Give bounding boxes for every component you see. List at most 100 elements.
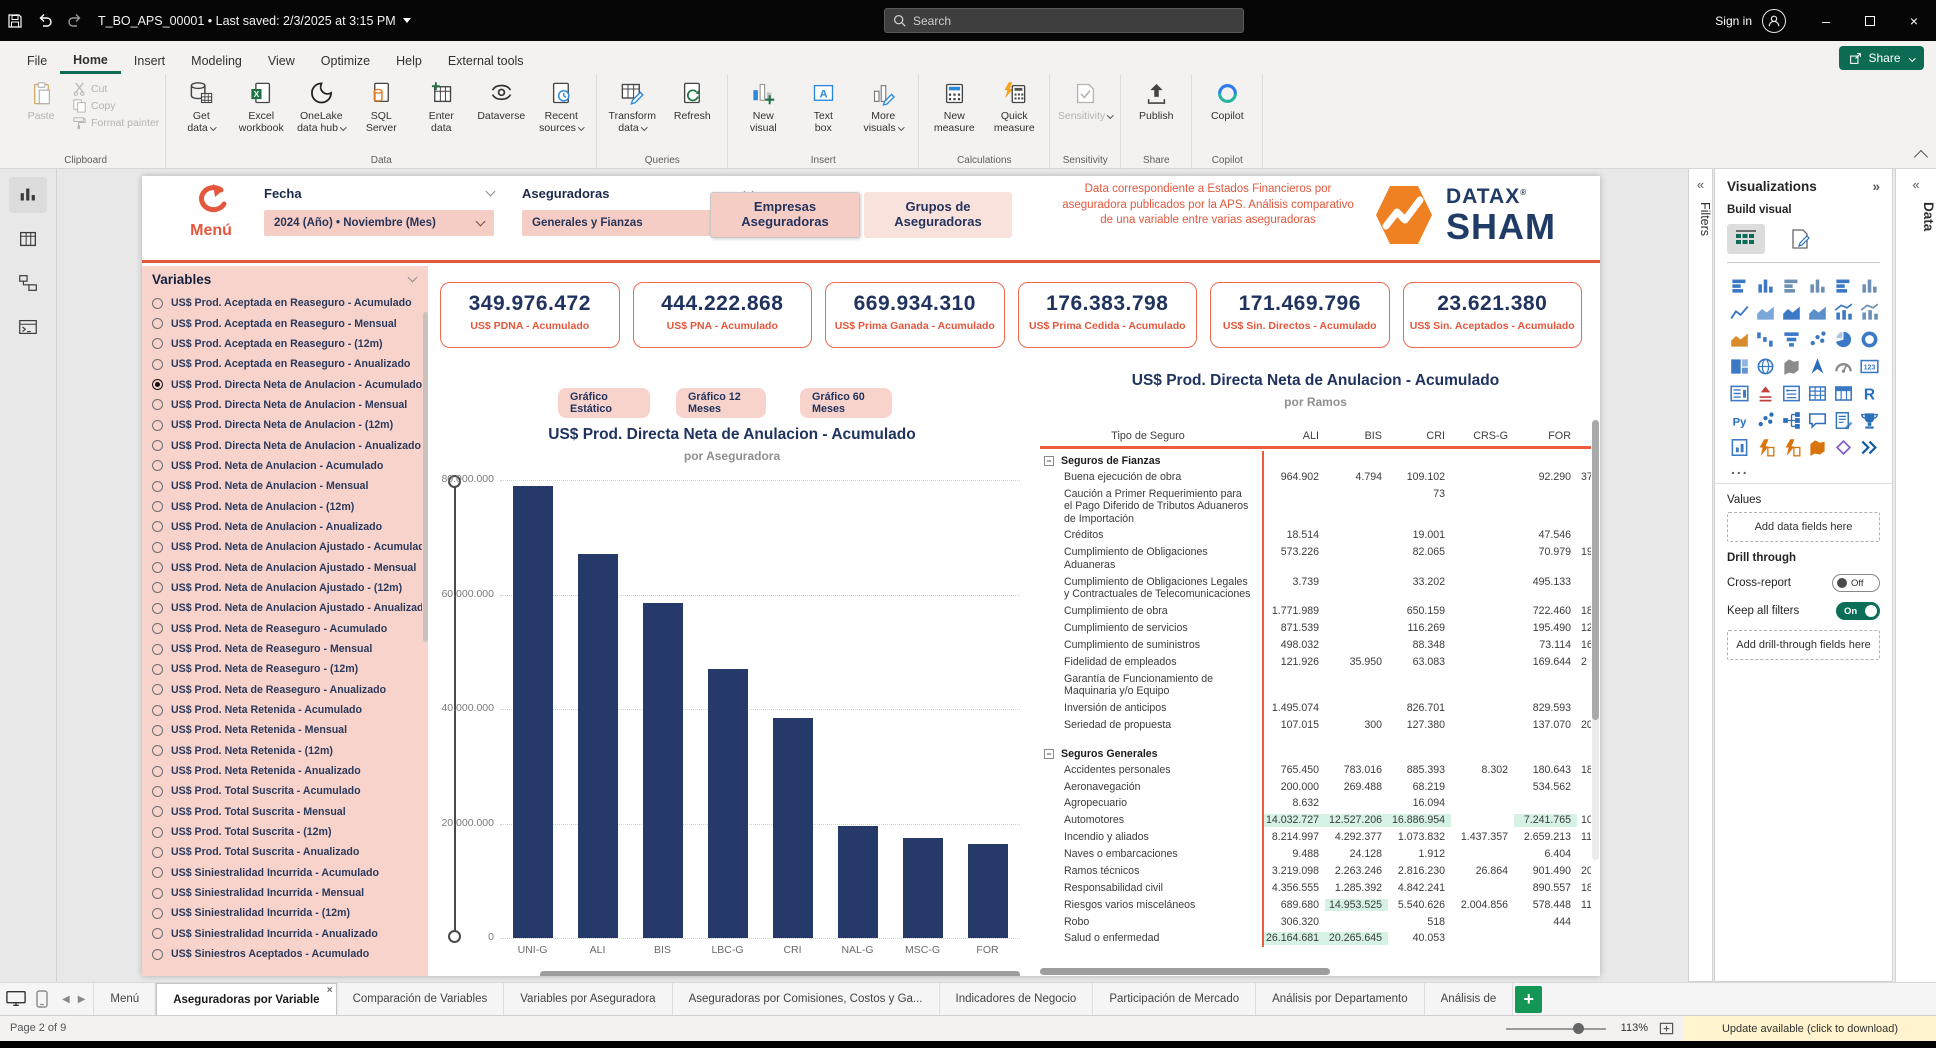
fecha-dropdown[interactable]: 2024 (Año) • Noviembre (Mes) bbox=[264, 210, 494, 236]
collapse-icon[interactable]: − bbox=[1044, 456, 1054, 466]
table-row[interactable]: Incendio y aliados8.214.9974.292.3771.07… bbox=[1040, 829, 1591, 846]
smart-narrative-icon[interactable] bbox=[1831, 408, 1855, 432]
enter-data-button[interactable]: Enter data bbox=[412, 76, 470, 134]
refresh-button[interactable]: Refresh bbox=[663, 76, 721, 122]
text-box-button[interactable]: AText box bbox=[794, 76, 852, 134]
onelake-data-hub-button[interactable]: OneLake data hub bbox=[292, 76, 350, 134]
dax-query-view-icon[interactable] bbox=[9, 309, 47, 345]
ribbon-tab-file[interactable]: File bbox=[14, 48, 60, 74]
collapse-ribbon-icon[interactable] bbox=[1914, 150, 1928, 164]
table-group-row[interactable]: −Seguros Generales bbox=[1040, 744, 1591, 762]
table-row[interactable]: Accidentes personales765.450783.016885.3… bbox=[1040, 762, 1591, 779]
table-row[interactable]: Buena ejecución de obra964.9024.794109.1… bbox=[1040, 469, 1591, 486]
grupos-aseguradoras-button[interactable]: Grupos de Aseguradoras bbox=[864, 192, 1012, 238]
table-row[interactable]: Fidelidad de empleados121.92635.95063.08… bbox=[1040, 654, 1591, 671]
metrics-icon[interactable] bbox=[1857, 408, 1881, 432]
bar[interactable] bbox=[643, 603, 683, 938]
page-tab[interactable]: Variables por Aseguradora bbox=[504, 983, 672, 1015]
share-button[interactable]: Share bbox=[1839, 46, 1924, 70]
table-icon[interactable] bbox=[1805, 381, 1829, 405]
variable-radio-option[interactable]: US$ Prod. Neta Retenida - Anualizado bbox=[152, 761, 422, 781]
cut-button[interactable]: Cut bbox=[72, 81, 159, 96]
table-row[interactable]: Seriedad de propuesta107.015300127.38013… bbox=[1040, 717, 1591, 734]
ribbon-tab-insert[interactable]: Insert bbox=[121, 48, 178, 74]
variable-radio-option[interactable]: US$ Prod. Directa Neta de Anulacion - An… bbox=[152, 435, 422, 455]
table-row[interactable]: Salud o enfermedad26.164.68120.265.64540… bbox=[1040, 930, 1591, 947]
variable-radio-option[interactable]: US$ Prod. Neta Retenida - Mensual bbox=[152, 720, 422, 740]
table-vertical-scrollbar[interactable] bbox=[1592, 420, 1599, 720]
table-row[interactable]: Caución a Primer Requerimiento para el P… bbox=[1040, 485, 1591, 527]
excel-workbook-button[interactable]: XExcel workbook bbox=[232, 76, 290, 134]
variable-radio-option[interactable]: US$ Siniestralidad Incurrida - Mensual bbox=[152, 883, 422, 903]
table-row[interactable]: Cumplimiento de servicios871.539116.2691… bbox=[1040, 620, 1591, 637]
table-row[interactable]: Robo306.320518444 bbox=[1040, 913, 1591, 930]
bar[interactable] bbox=[838, 826, 878, 938]
ribbon-tab-home[interactable]: Home bbox=[60, 47, 121, 74]
ribbon-tab-view[interactable]: View bbox=[255, 48, 308, 74]
variable-radio-option[interactable]: US$ Prod. Neta de Anulacion Ajustado - M… bbox=[152, 557, 422, 577]
variable-radio-option[interactable]: US$ Prod. Neta de Reaseguro - Acumulado bbox=[152, 619, 422, 639]
100-stacked-area-chart-icon[interactable] bbox=[1805, 300, 1829, 324]
keep-all-filters-toggle[interactable]: On bbox=[1836, 602, 1880, 620]
treemap-icon[interactable] bbox=[1727, 354, 1751, 378]
table-view-icon[interactable] bbox=[9, 221, 47, 257]
new-page-button[interactable]: + bbox=[1515, 986, 1542, 1013]
area-chart-icon[interactable] bbox=[1753, 300, 1777, 324]
variable-radio-option[interactable]: US$ Prod. Neta de Reaseguro - (12m) bbox=[152, 659, 422, 679]
page-tab[interactable]: Aseguradoras por Variable× bbox=[156, 983, 336, 1015]
new-measure-button[interactable]: New measure bbox=[925, 76, 983, 134]
get-data-button[interactable]: Get data bbox=[172, 76, 230, 134]
variable-radio-option[interactable]: US$ Prod. Aceptada en Reaseguro - Acumul… bbox=[152, 293, 422, 313]
page-tab[interactable]: Análisis de bbox=[1425, 983, 1514, 1015]
line-and-clustered-column-chart-icon[interactable] bbox=[1857, 300, 1881, 324]
chart-horizontal-scrollbar[interactable] bbox=[540, 971, 1020, 976]
publish-button[interactable]: Publish bbox=[1127, 76, 1185, 122]
chevron-down-icon[interactable] bbox=[486, 187, 496, 197]
pie-chart-icon[interactable] bbox=[1831, 327, 1855, 351]
variable-radio-option[interactable]: US$ Prod. Aceptada en Reaseguro - Anuali… bbox=[152, 354, 422, 374]
key-influencers-icon[interactable] bbox=[1753, 408, 1777, 432]
ribbon-tab-help[interactable]: Help bbox=[383, 48, 435, 74]
recent-sources-button[interactable]: Recent sources bbox=[532, 76, 590, 134]
ribbon-chart-icon[interactable] bbox=[1727, 327, 1751, 351]
variable-radio-option[interactable]: US$ Prod. Total Suscrita - (12m) bbox=[152, 822, 422, 842]
new-visual-button[interactable]: New visual bbox=[734, 76, 792, 134]
decomposition-tree-icon[interactable] bbox=[1779, 408, 1803, 432]
variable-radio-option[interactable]: US$ Prod. Neta de Anulacion Ajustado - (… bbox=[152, 578, 422, 598]
stacked-column-chart-icon[interactable] bbox=[1753, 273, 1777, 297]
more-visuals-button[interactable]: More visuals bbox=[854, 76, 912, 134]
ribbon-tab-optimize[interactable]: Optimize bbox=[308, 48, 383, 74]
get-more-visuals-icon[interactable] bbox=[1857, 435, 1881, 459]
bar[interactable] bbox=[708, 669, 748, 938]
page-tab[interactable]: Participación de Mercado bbox=[1093, 983, 1256, 1015]
kpi-card[interactable]: 171.469.796US$ Sin. Directos - Acumulado bbox=[1210, 282, 1390, 348]
variable-radio-option[interactable]: US$ Prod. Total Suscrita - Acumulado bbox=[152, 781, 422, 801]
donut-chart-icon[interactable] bbox=[1857, 327, 1881, 351]
arcgis-map-icon[interactable] bbox=[1805, 435, 1829, 459]
power-automate-icon[interactable] bbox=[1779, 435, 1803, 459]
mobile-layout-icon[interactable] bbox=[36, 990, 48, 1008]
kpi-card[interactable]: 23.621.380US$ Sin. Aceptados - Acumulado bbox=[1403, 282, 1583, 348]
minimize-button[interactable]: – bbox=[1804, 0, 1848, 41]
more-visual-types[interactable]: ... bbox=[1731, 461, 1880, 477]
variable-radio-option[interactable]: US$ Prod. Neta de Anulacion Ajustado - A… bbox=[152, 537, 422, 557]
table-row[interactable]: Cumplimiento de Obligaciones Aduaneras57… bbox=[1040, 544, 1591, 573]
chevron-down-icon[interactable] bbox=[408, 273, 418, 283]
grafico-60-meses-button[interactable]: Gráfico 60 Meses bbox=[800, 388, 892, 418]
search-input[interactable]: Search bbox=[884, 8, 1244, 33]
report-view-icon[interactable] bbox=[9, 177, 47, 213]
table-row[interactable]: Cumplimiento de obra1.771.989650.159722.… bbox=[1040, 603, 1591, 620]
kpi-icon[interactable] bbox=[1753, 381, 1777, 405]
bar[interactable] bbox=[513, 486, 553, 938]
python-visual-icon[interactable] bbox=[1727, 408, 1751, 432]
variable-radio-option[interactable]: US$ Prod. Neta de Reaseguro - Anualizado bbox=[152, 680, 422, 700]
variable-radio-option[interactable]: US$ Siniestralidad Incurrida - Anualizad… bbox=[152, 924, 422, 944]
copy-button[interactable]: Copy bbox=[72, 98, 159, 113]
title-dropdown-icon[interactable] bbox=[403, 18, 411, 23]
map-icon[interactable] bbox=[1753, 354, 1777, 378]
gauge-icon[interactable] bbox=[1831, 354, 1855, 378]
table-row[interactable]: Inversión de anticipos1.495.074826.70182… bbox=[1040, 700, 1591, 717]
sql-server-button[interactable]: SQL Server bbox=[352, 76, 410, 134]
table-row[interactable]: Créditos18.51419.00147.546 bbox=[1040, 527, 1591, 544]
page-tab[interactable]: Menú bbox=[94, 983, 156, 1015]
